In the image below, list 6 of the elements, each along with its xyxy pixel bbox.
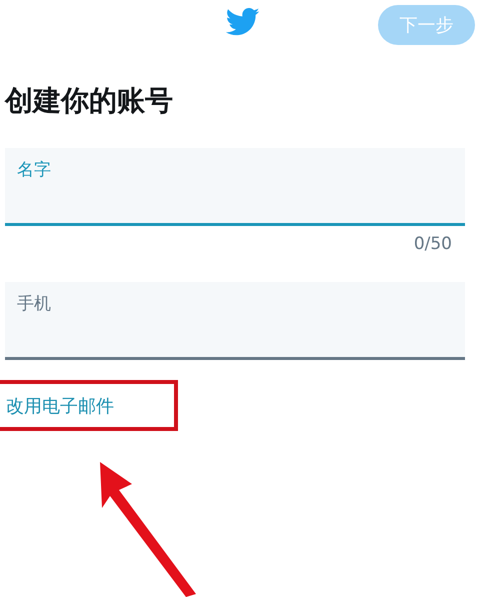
use-email-link[interactable]: 改用电子邮件 [6, 394, 114, 418]
bird-icon [226, 7, 260, 37]
input-field[interactable]: 名字 [5, 148, 465, 226]
character-counter: 0/50 [414, 234, 452, 254]
input-field[interactable]: 手机 [5, 282, 465, 360]
page-title: 创建你的账号 [5, 83, 173, 119]
